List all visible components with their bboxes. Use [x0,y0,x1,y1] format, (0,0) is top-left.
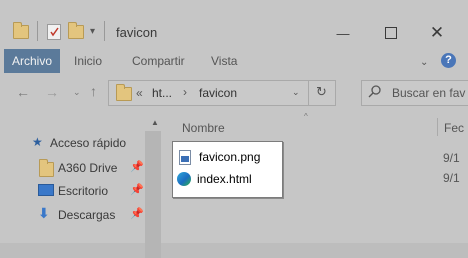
maximize-button[interactable] [376,18,406,48]
new-folder-icon[interactable] [68,22,84,39]
address-segment[interactable]: ht... [152,86,172,100]
minimize-button[interactable]: — [328,18,358,48]
downloads-icon: ⬇ [38,205,50,221]
tab-vista[interactable]: Vista [205,49,243,73]
sidebar-item-escritorio[interactable]: Escritorio [58,184,108,198]
file-row-favicon-png[interactable]: favicon.png [179,146,260,168]
scroll-up-icon[interactable]: ▲ [151,118,159,127]
sidebar-item-a360-drive[interactable]: A360 Drive [58,161,117,175]
address-separator: › [183,85,187,99]
sort-indicator-icon: ^ [304,112,308,121]
help-icon[interactable]: ? [441,53,456,68]
up-arrow-icon[interactable]: ↑ [90,83,97,99]
maximize-icon [385,27,397,39]
image-file-icon [179,149,191,165]
file-date: 9/1 [443,171,460,185]
file-date: 9/1 [443,151,460,165]
address-divider [308,81,309,105]
search-placeholder: Buscar en fav [392,86,466,100]
title-divider [104,21,105,41]
qat-dropdown-icon[interactable]: ▾ [90,26,95,37]
address-dropdown-icon[interactable]: ⌄ [292,87,300,98]
refresh-icon[interactable]: ↻ [316,84,327,100]
address-overflow[interactable]: « [136,86,143,100]
qat-divider [37,21,38,41]
column-header-date[interactable]: Fec [444,121,464,135]
column-header-name[interactable]: Nombre [182,121,225,135]
sidebar-item-descargas[interactable]: Descargas [58,208,115,222]
pin-icon[interactable]: 📌 [130,183,144,196]
properties-icon[interactable] [47,24,61,40]
sidebar-scrollbar[interactable] [145,131,161,258]
tab-inicio[interactable]: Inicio [68,49,108,73]
folder-icon [13,22,29,39]
recent-locations-icon[interactable]: ⌄ [73,87,81,98]
forward-arrow-icon[interactable]: → [45,84,59,100]
tab-archivo[interactable]: Archivo [4,49,60,73]
file-name: favicon.png [199,150,261,164]
file-name: index.html [197,172,252,186]
back-arrow-icon[interactable]: ← [16,84,30,100]
address-segment-current[interactable]: favicon [199,86,237,100]
pin-icon[interactable]: 📌 [130,160,144,173]
search-icon [368,84,382,101]
address-folder-icon [116,84,132,101]
star-icon: ★ [32,135,43,149]
sidebar-item-quick-access[interactable]: Acceso rápido [50,136,126,150]
pin-icon[interactable]: 📌 [130,207,144,220]
window-title: favicon [116,25,158,40]
close-button[interactable]: ✕ [422,18,452,48]
file-row-index-html[interactable]: index.html [177,168,252,190]
a360-folder-icon [39,159,54,177]
desktop-icon [38,184,54,196]
tab-compartir[interactable]: Compartir [126,49,191,73]
file-list-popup: favicon.png index.html [172,141,283,198]
edge-browser-icon [177,172,191,186]
expand-ribbon-icon[interactable]: ⌄ [420,57,428,68]
column-separator[interactable] [437,118,438,136]
